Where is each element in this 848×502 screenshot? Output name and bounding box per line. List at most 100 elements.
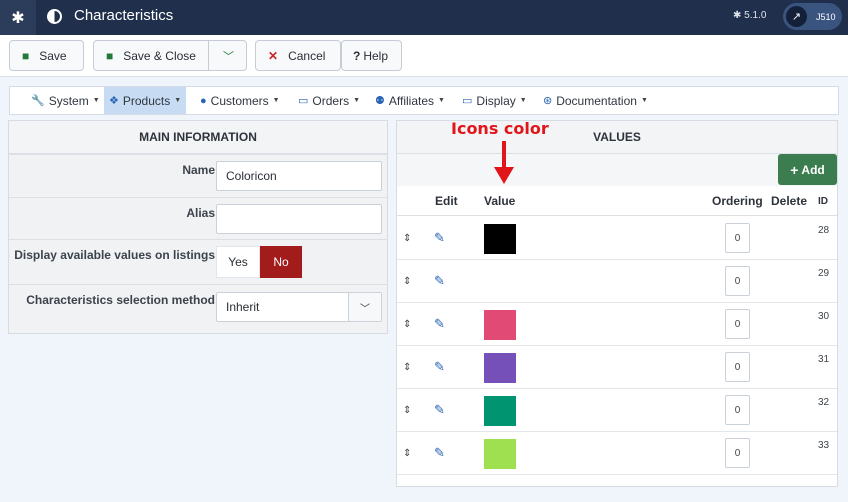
page-title: Characteristics — [74, 7, 174, 24]
table-row: ⇕ ✎ 0 28 — [397, 217, 837, 260]
caret-down-icon: ▼ — [438, 97, 445, 104]
annotation-text: Icons color — [451, 119, 549, 138]
menu-system[interactable]: 🔧 System ▼ — [31, 87, 100, 114]
menu-documentation[interactable]: ⊛ Documentation ▼ — [543, 87, 648, 114]
save-close-button[interactable]: ■ Save & Close ﹀ — [93, 40, 247, 71]
no-option[interactable]: No — [260, 246, 302, 278]
alias-row: Alias — [9, 197, 387, 239]
add-value-button[interactable]: + Add — [778, 154, 837, 185]
caret-down-icon: ▼ — [519, 97, 527, 104]
cancel-label: Cancel — [288, 48, 326, 63]
ordering-input[interactable]: 0 — [725, 438, 750, 468]
col-delete: Delete — [771, 194, 808, 208]
name-label: Name — [182, 163, 215, 177]
ordering-value: 0 — [734, 232, 741, 244]
characteristics-icon — [47, 9, 62, 24]
cancel-button[interactable]: ✕ Cancel — [255, 40, 341, 71]
save-label: Save — [39, 48, 67, 63]
main-information-heading: MAIN INFORMATION — [9, 121, 387, 154]
ordering-value: 0 — [734, 318, 741, 330]
drag-handle-icon[interactable]: ⇕ — [403, 276, 411, 287]
yes-option[interactable]: Yes — [216, 246, 260, 278]
pencil-icon[interactable]: ✎ — [434, 445, 445, 461]
close-icon: ✕ — [268, 48, 279, 63]
toolbar: ■ Save ■ Save & Close ﹀ ✕ Cancel ? Help — [0, 35, 848, 77]
ordering-input[interactable]: 0 — [725, 395, 750, 425]
table-row: ⇕ ✎ 0 32 — [397, 389, 837, 432]
help-button[interactable]: ? Help — [341, 40, 402, 71]
version-label: ✱ 5.1.0 — [733, 10, 767, 21]
main-information-panel: MAIN INFORMATION Name Coloricon Alias Di… — [8, 120, 388, 334]
add-label: Add — [801, 162, 825, 177]
color-swatch — [484, 224, 516, 254]
version-text: 5.1.0 — [744, 10, 767, 21]
alias-label: Alias — [186, 206, 215, 220]
save-button[interactable]: ■ Save — [9, 40, 84, 71]
joomla-logo-icon[interactable]: ✱ — [0, 0, 36, 35]
table-row: ⇕ ✎ 0 30 — [397, 303, 837, 346]
selection-method-label: Characteristics selection method — [26, 293, 215, 307]
name-input[interactable]: Coloricon — [216, 161, 382, 191]
menu-label: Products — [122, 93, 171, 108]
caret-down-icon: ▼ — [174, 97, 182, 104]
ordering-input[interactable]: 0 — [725, 352, 750, 382]
menu-display[interactable]: ▭ Display ▼ — [462, 87, 527, 114]
lifebuoy-icon: ⊛ — [543, 95, 553, 107]
display-listings-label: Display available values on listings — [14, 248, 215, 262]
site-label: J510 — [816, 11, 836, 22]
drag-handle-icon[interactable]: ⇕ — [403, 362, 411, 373]
color-swatch — [484, 396, 516, 426]
menu-products[interactable]: ❖ Products ▼ — [104, 87, 187, 114]
ordering-input[interactable]: 0 — [725, 309, 750, 339]
drag-handle-icon[interactable]: ⇕ — [403, 448, 411, 459]
pencil-icon[interactable]: ✎ — [434, 230, 445, 246]
drag-handle-icon[interactable]: ⇕ — [403, 233, 411, 244]
color-swatch — [484, 310, 516, 340]
color-swatch — [484, 353, 516, 383]
save-close-label: Save & Close — [123, 48, 196, 63]
values-actions: + Add — [397, 154, 837, 186]
top-header: ✱ Characteristics ✱ 5.1.0 ↗ J510 — [0, 0, 848, 35]
row-id: 28 — [818, 225, 830, 236]
pencil-icon[interactable]: ✎ — [434, 273, 445, 289]
drag-handle-icon[interactable]: ⇕ — [403, 405, 411, 416]
caret-down-icon: ▼ — [353, 97, 361, 104]
user-icon: ● — [200, 94, 207, 107]
pencil-icon[interactable]: ✎ — [434, 316, 445, 332]
selection-method-select[interactable]: Inherit ﹀ — [216, 292, 382, 322]
site-link-button[interactable]: ↗ J510 — [783, 3, 842, 30]
cubes-icon: ❖ — [109, 95, 119, 107]
menu-label: Orders — [312, 93, 350, 108]
help-label: Help — [363, 48, 389, 63]
menu-affiliates[interactable]: ⚉ Affiliates ▼ — [375, 87, 445, 114]
monitor-icon: ▭ — [462, 95, 473, 107]
selection-method-value: Inherit — [226, 300, 260, 314]
ordering-input[interactable]: 0 — [725, 266, 750, 296]
menu-customers[interactable]: ● Customers ▼ — [200, 87, 280, 114]
ordering-value: 0 — [734, 275, 741, 287]
caret-down-icon: ▼ — [272, 97, 280, 104]
color-swatch — [484, 439, 516, 469]
values-table-header: Edit Value Ordering Delete ID — [397, 186, 837, 216]
menu-label: Customers — [210, 93, 269, 108]
menu-label: Display — [476, 93, 516, 108]
chevron-down-icon: ﹀ — [348, 293, 381, 321]
menu-orders[interactable]: ▭ Orders ▼ — [298, 87, 360, 114]
save-dropdown-toggle[interactable]: ﹀ — [208, 40, 248, 71]
wrench-icon: 🔧 — [31, 95, 45, 107]
col-ordering: Ordering — [712, 194, 763, 208]
annotation-arrow-icon — [494, 141, 514, 184]
ordering-value: 0 — [734, 447, 741, 459]
row-id: 30 — [818, 311, 830, 322]
col-id: ID — [818, 196, 828, 207]
caret-down-icon: ▼ — [92, 97, 100, 104]
pencil-icon[interactable]: ✎ — [434, 402, 445, 418]
plus-icon: + — [790, 161, 799, 178]
caret-down-icon: ▼ — [640, 97, 648, 104]
pencil-icon[interactable]: ✎ — [434, 359, 445, 375]
alias-input[interactable] — [216, 204, 382, 234]
table-row: ⇕ ✎ 0 29 — [397, 260, 837, 303]
drag-handle-icon[interactable]: ⇕ — [403, 319, 411, 330]
ordering-input[interactable]: 0 — [725, 223, 750, 253]
display-listings-toggle: Yes No — [216, 246, 302, 278]
